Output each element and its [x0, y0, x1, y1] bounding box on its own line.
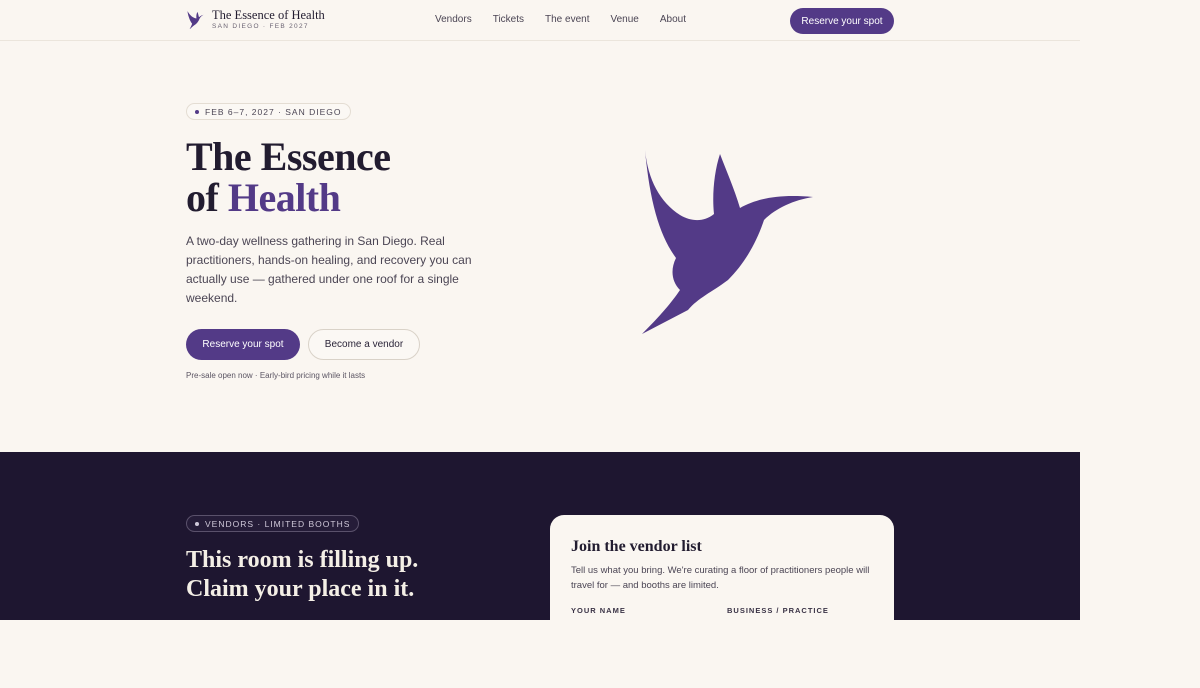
brand-logo-link[interactable]: The Essence of Health SAN DIEGO · FEB 20…	[186, 9, 325, 30]
nav-link-tickets[interactable]: Tickets	[493, 14, 524, 25]
hero-title-prefix: of	[186, 175, 228, 220]
become-vendor-button[interactable]: Become a vendor	[308, 329, 420, 360]
page: The Essence of Health SAN DIEGO · FEB 20…	[0, 0, 1080, 620]
hero-title-accent: Health	[227, 175, 341, 220]
date-badge: FEB 6–7, 2027 · SAN DIEGO	[186, 103, 351, 120]
vendors-title-line2: Claim your place in it.	[186, 576, 415, 602]
brand-name: The Essence of Health	[212, 8, 325, 22]
dot-icon	[195, 521, 199, 526]
date-badge-text: FEB 6–7, 2027 · SAN DIEGO	[205, 106, 342, 117]
nav-reserve-button[interactable]: Reserve your spot	[790, 8, 894, 34]
reserve-spot-button[interactable]: Reserve your spot	[186, 329, 300, 360]
nav-link-venue[interactable]: Venue	[611, 14, 639, 25]
business-practice-label: BUSINESS / PRACTICE	[727, 606, 829, 615]
hero-title: The Essence of Health	[186, 136, 391, 218]
vendors-title: This room is filling up. Claim your plac…	[186, 546, 418, 604]
presale-note: Pre-sale open now · Early-bird pricing w…	[186, 371, 366, 380]
vendors-title-line1: This room is filling up.	[186, 547, 419, 573]
nav-link-vendors[interactable]: Vendors	[435, 14, 472, 25]
vendors-badge: VENDORS · LIMITED BOOTHS	[186, 515, 360, 532]
your-name-label: YOUR NAME	[571, 606, 626, 615]
vendor-card-title: Join the vendor list	[571, 538, 702, 555]
dot-icon	[195, 109, 199, 114]
vendor-signup-card: Join the vendor list Tell us what you br…	[550, 515, 894, 620]
hummingbird-icon	[187, 10, 204, 29]
nav-link-the-event[interactable]: The event	[545, 14, 589, 25]
brand-subtitle: SAN DIEGO · FEB 2027	[212, 22, 309, 30]
hero-title-line1: The Essence	[186, 134, 391, 179]
hero-description: A two-day wellness gathering in San Dieg…	[186, 234, 472, 305]
hummingbird-illustration	[642, 150, 813, 334]
vendor-card-description: Tell us what you bring. We're curating a…	[571, 565, 870, 591]
nav-link-about[interactable]: About	[660, 14, 686, 25]
nav-links: Vendors Tickets The event Venue About	[435, 14, 707, 25]
vendors-badge-text: VENDORS · LIMITED BOOTHS	[205, 518, 351, 529]
vendors-section: VENDORS · LIMITED BOOTHS This room is fi…	[0, 452, 1080, 620]
top-nav: The Essence of Health SAN DIEGO · FEB 20…	[0, 0, 1080, 41]
